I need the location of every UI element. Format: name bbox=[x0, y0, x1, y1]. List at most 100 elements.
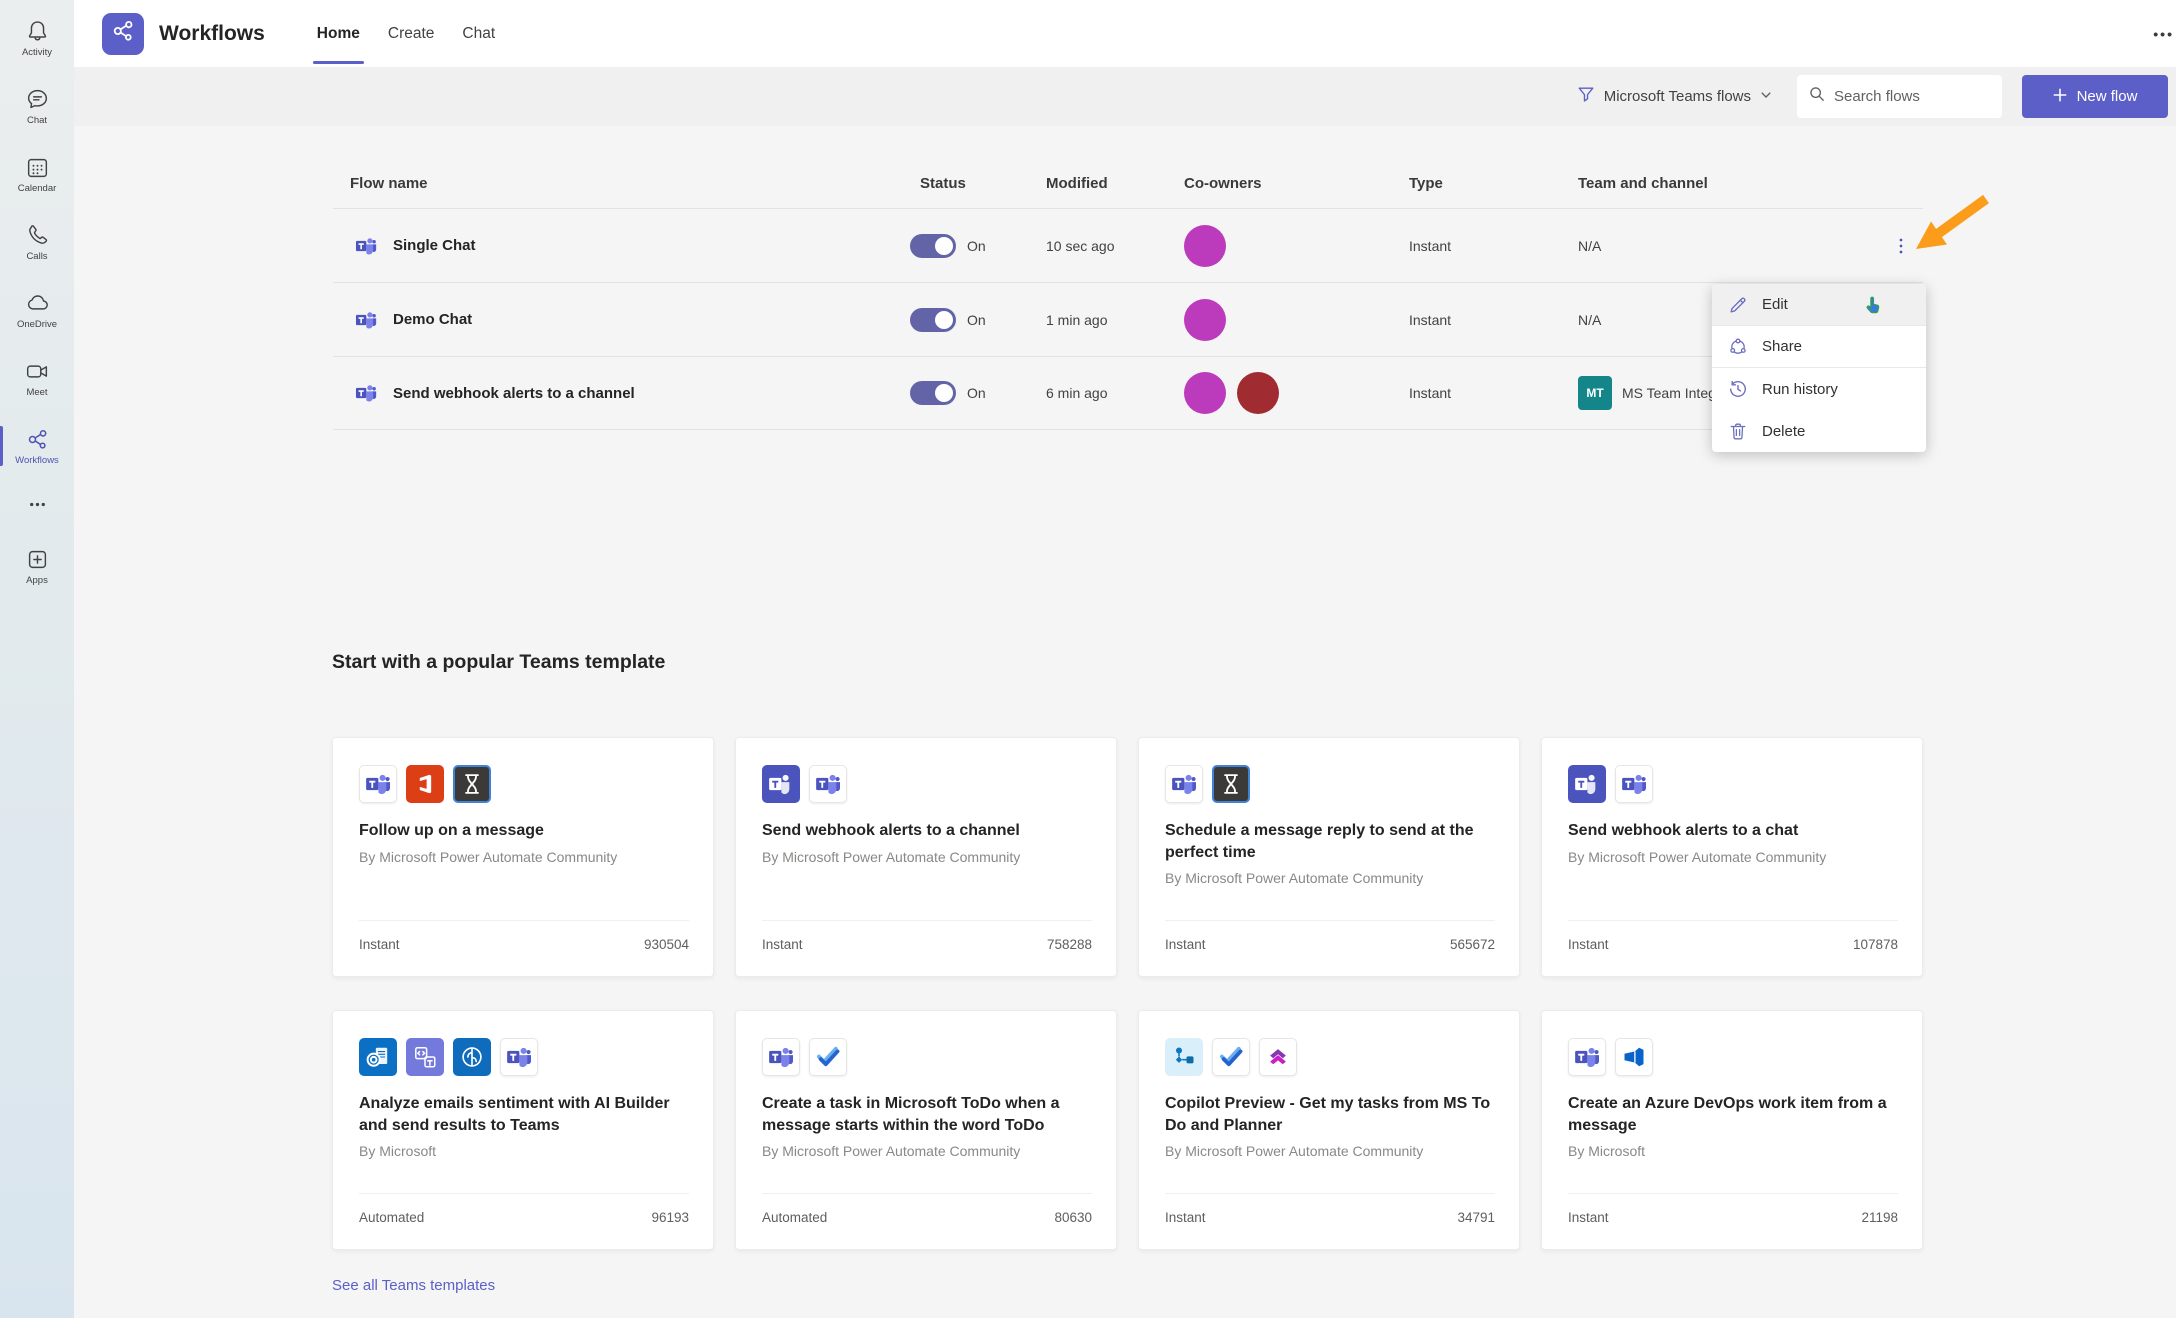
rail-item-meet[interactable]: Meet bbox=[0, 344, 74, 412]
rail-item-activity[interactable]: Activity bbox=[0, 4, 74, 72]
see-all-templates-link[interactable]: See all Teams templates bbox=[332, 1277, 495, 1294]
table-row[interactable]: Demo Chat On 1 min ago Instant N/A bbox=[333, 282, 1923, 356]
template-footer: Instant 21198 bbox=[1568, 1193, 1898, 1241]
status-toggle[interactable] bbox=[910, 308, 956, 332]
rail-item-apps[interactable]: Apps bbox=[0, 532, 74, 600]
rail-item-more[interactable] bbox=[0, 480, 74, 532]
tab-chat[interactable]: Chat bbox=[448, 0, 509, 67]
template-footer: Instant 930504 bbox=[359, 920, 689, 968]
header-more-icon[interactable]: ••• bbox=[2153, 26, 2174, 42]
template-title: Send webhook alerts to a chat bbox=[1568, 820, 1898, 842]
teams-icon bbox=[500, 1038, 538, 1076]
template-title: Copilot Preview - Get my tasks from MS T… bbox=[1165, 1093, 1495, 1136]
menu-item-label: Run history bbox=[1762, 381, 1838, 398]
rail-icon bbox=[25, 492, 50, 517]
table-header: Flow nameStatusModifiedCo-ownersTypeTeam… bbox=[333, 146, 1923, 208]
status-toggle[interactable] bbox=[910, 381, 956, 405]
flows-filter-dropdown[interactable]: Microsoft Teams flows bbox=[1577, 85, 1772, 108]
template-card[interactable]: Follow up on a message By Microsoft Powe… bbox=[332, 737, 714, 977]
template-card[interactable]: Schedule a message reply to send at the … bbox=[1138, 737, 1520, 977]
app-header: Workflows Home Create Chat ••• bbox=[74, 0, 2176, 67]
table-row[interactable]: Send webhook alerts to a channel On 6 mi… bbox=[333, 356, 1923, 430]
plus-icon bbox=[2053, 88, 2067, 106]
rail-item-label: OneDrive bbox=[17, 320, 57, 330]
search-box[interactable] bbox=[1797, 75, 2002, 118]
status-label: On bbox=[967, 238, 986, 254]
share-nodes-icon bbox=[110, 18, 136, 49]
rail-item-label: Apps bbox=[26, 576, 48, 586]
teams-icon bbox=[762, 1038, 800, 1076]
tab-home[interactable]: Home bbox=[303, 0, 374, 67]
app-rail: Activity Chat Calendar Calls OneDrive Me… bbox=[0, 0, 74, 1318]
menu-item-label: Delete bbox=[1762, 423, 1805, 440]
column-header: Modified bbox=[1046, 175, 1184, 208]
tab-label: Home bbox=[317, 25, 360, 43]
teams-icon bbox=[1568, 1038, 1606, 1076]
rail-icon bbox=[25, 155, 50, 180]
template-card[interactable]: Copilot Preview - Get my tasks from MS T… bbox=[1138, 1010, 1520, 1250]
template-title: Follow up on a message bbox=[359, 820, 689, 842]
status-cell: On bbox=[910, 381, 1046, 405]
rail-item-calls[interactable]: Calls bbox=[0, 208, 74, 276]
team-channel-cell: N/A bbox=[1578, 238, 1858, 254]
table-row[interactable]: Single Chat On 10 sec ago Instant N/A bbox=[333, 208, 1923, 282]
teams-icon bbox=[355, 382, 377, 404]
type-cell: Instant bbox=[1409, 385, 1578, 401]
nav-tabs: Home Create Chat bbox=[303, 0, 509, 67]
more-options-button[interactable] bbox=[1894, 231, 1908, 261]
teams-icon bbox=[359, 765, 397, 803]
rail-item-workflows[interactable]: Workflows bbox=[0, 412, 74, 480]
teams-icon bbox=[809, 765, 847, 803]
menu-item-label: Share bbox=[1762, 338, 1802, 355]
hourglass-icon bbox=[1212, 765, 1250, 803]
type-cell: Instant bbox=[1409, 238, 1578, 254]
connector-icons bbox=[1165, 1038, 1495, 1076]
menu-item-icon bbox=[1728, 295, 1748, 315]
teams-icon bbox=[1165, 765, 1203, 803]
template-card[interactable]: Send webhook alerts to a chat By Microso… bbox=[1541, 737, 1923, 977]
template-author: By Microsoft Power Automate Community bbox=[359, 849, 689, 865]
menu-item-delete[interactable]: Delete bbox=[1712, 410, 1926, 452]
menu-item-run-history[interactable]: Run history bbox=[1712, 368, 1926, 410]
flow-name-cell: Single Chat bbox=[333, 235, 910, 257]
outlook-icon bbox=[359, 1038, 397, 1076]
flow-name-cell: Demo Chat bbox=[333, 309, 910, 331]
template-footer: Instant 34791 bbox=[1165, 1193, 1495, 1241]
menu-item-icon bbox=[1728, 337, 1748, 357]
rail-item-onedrive[interactable]: OneDrive bbox=[0, 276, 74, 344]
teams-icon bbox=[355, 235, 377, 257]
devops-icon bbox=[1615, 1038, 1653, 1076]
connector-icons bbox=[1568, 765, 1898, 803]
todo-icon bbox=[809, 1038, 847, 1076]
templates-heading: Start with a popular Teams template bbox=[332, 651, 665, 674]
template-uses-count: 80630 bbox=[1054, 1210, 1092, 1225]
template-type: Instant bbox=[1165, 1210, 1206, 1225]
menu-item-share[interactable]: Share bbox=[1712, 326, 1926, 368]
rail-item-calendar[interactable]: Calendar bbox=[0, 140, 74, 208]
rail-item-chat[interactable]: Chat bbox=[0, 72, 74, 140]
team-label: MS Team Integ bbox=[1622, 385, 1716, 401]
status-cell: On bbox=[910, 308, 1046, 332]
template-author: By Microsoft bbox=[359, 1143, 689, 1159]
teams-icon bbox=[1615, 765, 1653, 803]
template-card[interactable]: Analyze emails sentiment with AI Builder… bbox=[332, 1010, 714, 1250]
template-card[interactable]: Create a task in Microsoft ToDo when a m… bbox=[735, 1010, 1117, 1250]
co-owners-cell bbox=[1184, 299, 1409, 341]
tab-create[interactable]: Create bbox=[374, 0, 449, 67]
team-badge: MT bbox=[1578, 376, 1612, 410]
menu-item-label: Edit bbox=[1762, 296, 1788, 313]
connector-icons bbox=[359, 1038, 689, 1076]
template-card[interactable]: Send webhook alerts to a channel By Micr… bbox=[735, 737, 1117, 977]
template-footer: Instant 565672 bbox=[1165, 920, 1495, 968]
template-card[interactable]: Create an Azure DevOps work item from a … bbox=[1541, 1010, 1923, 1250]
template-type: Automated bbox=[762, 1210, 827, 1225]
menu-item-edit[interactable]: Edit bbox=[1712, 284, 1926, 326]
template-author: By Microsoft Power Automate Community bbox=[1165, 1143, 1495, 1159]
search-input[interactable] bbox=[1834, 88, 1990, 105]
template-uses-count: 107878 bbox=[1853, 937, 1898, 952]
status-toggle[interactable] bbox=[910, 234, 956, 258]
connector-icons bbox=[359, 765, 689, 803]
connector-icons bbox=[762, 765, 1092, 803]
template-uses-count: 21198 bbox=[1861, 1210, 1898, 1225]
new-flow-button[interactable]: New flow bbox=[2022, 75, 2168, 118]
